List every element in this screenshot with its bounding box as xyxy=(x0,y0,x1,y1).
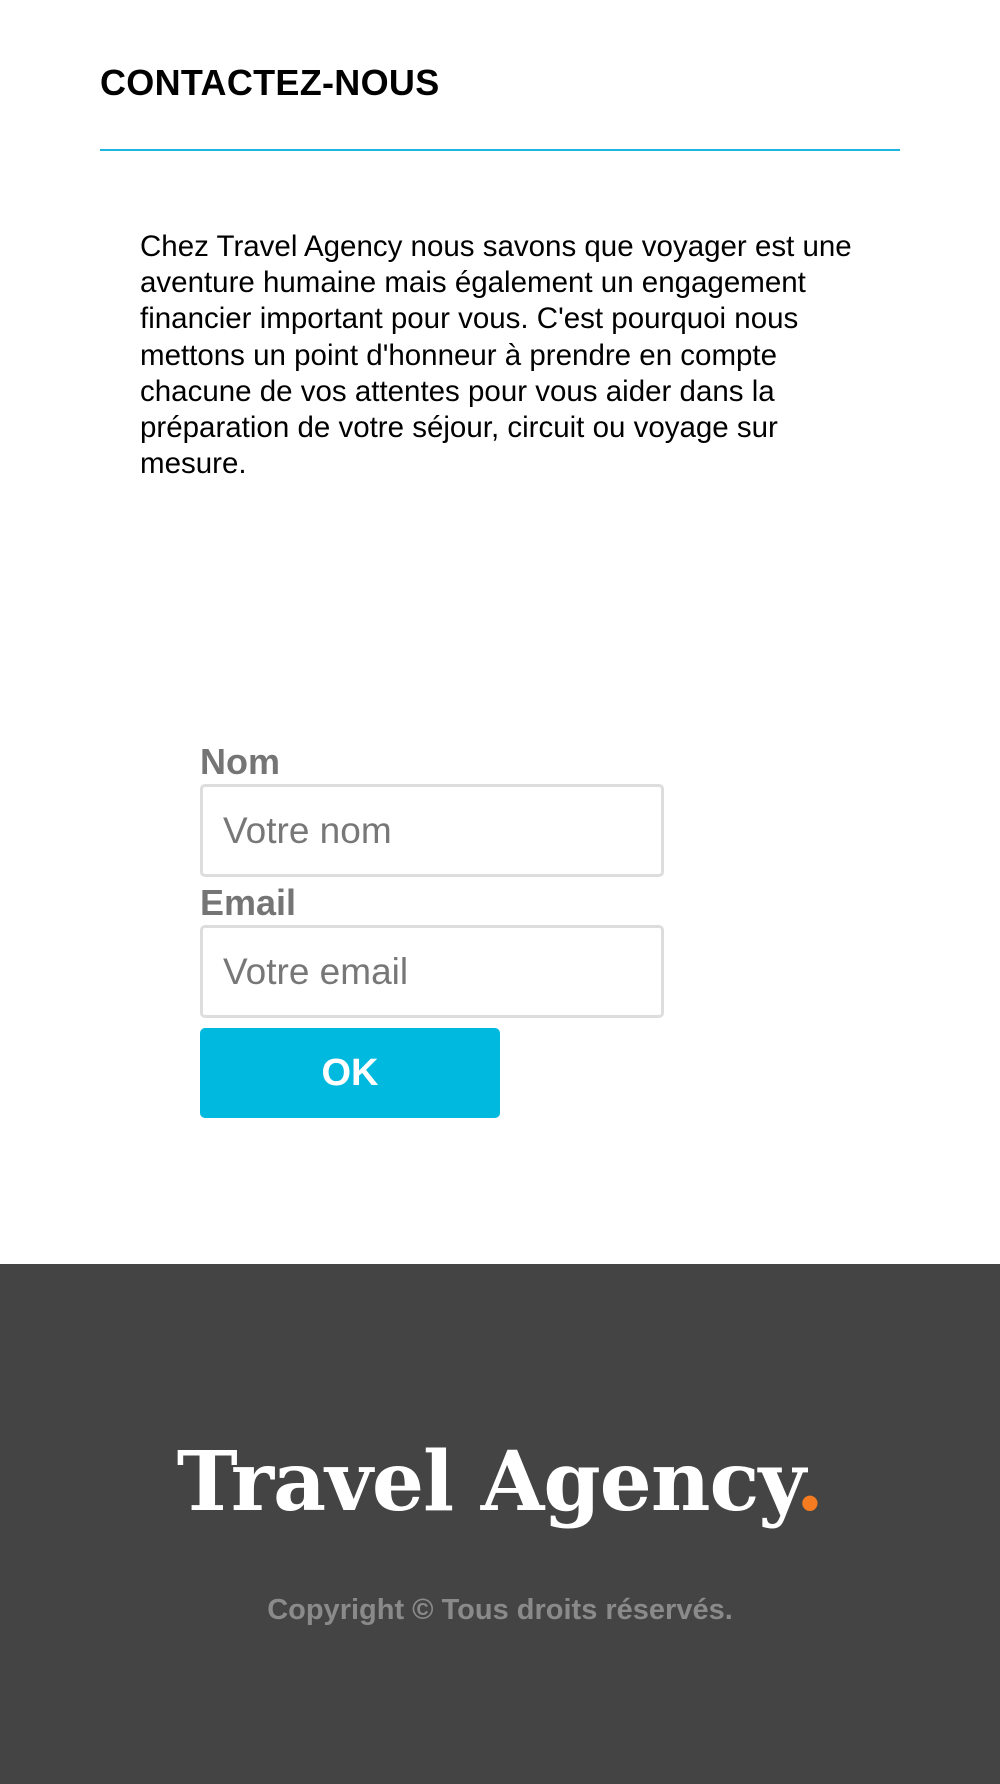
title-divider xyxy=(100,149,900,151)
intro-text: Chez Travel Agency nous savons que voyag… xyxy=(140,230,852,481)
page-title: CONTACTEZ-NOUS xyxy=(100,62,440,103)
footer-logo: Travel Agency. xyxy=(0,1432,1000,1532)
brand-dot: . xyxy=(795,1434,825,1530)
name-label: Nom xyxy=(200,741,280,782)
submit-button[interactable]: OK xyxy=(200,1028,500,1118)
footer: Travel Agency. Copyright © Tous droits r… xyxy=(0,1264,1000,1784)
email-label: Email xyxy=(200,882,297,923)
name-input[interactable] xyxy=(200,784,664,877)
contact-form: Nom Email OK xyxy=(200,742,670,1118)
email-input[interactable] xyxy=(200,925,664,1018)
copyright-text: Copyright © Tous droits réservés. xyxy=(267,1594,733,1626)
contact-section: CONTACTEZ-NOUS Chez Travel Agency nous s… xyxy=(0,0,1000,1264)
brand-name: Travel Agency xyxy=(176,1434,797,1530)
